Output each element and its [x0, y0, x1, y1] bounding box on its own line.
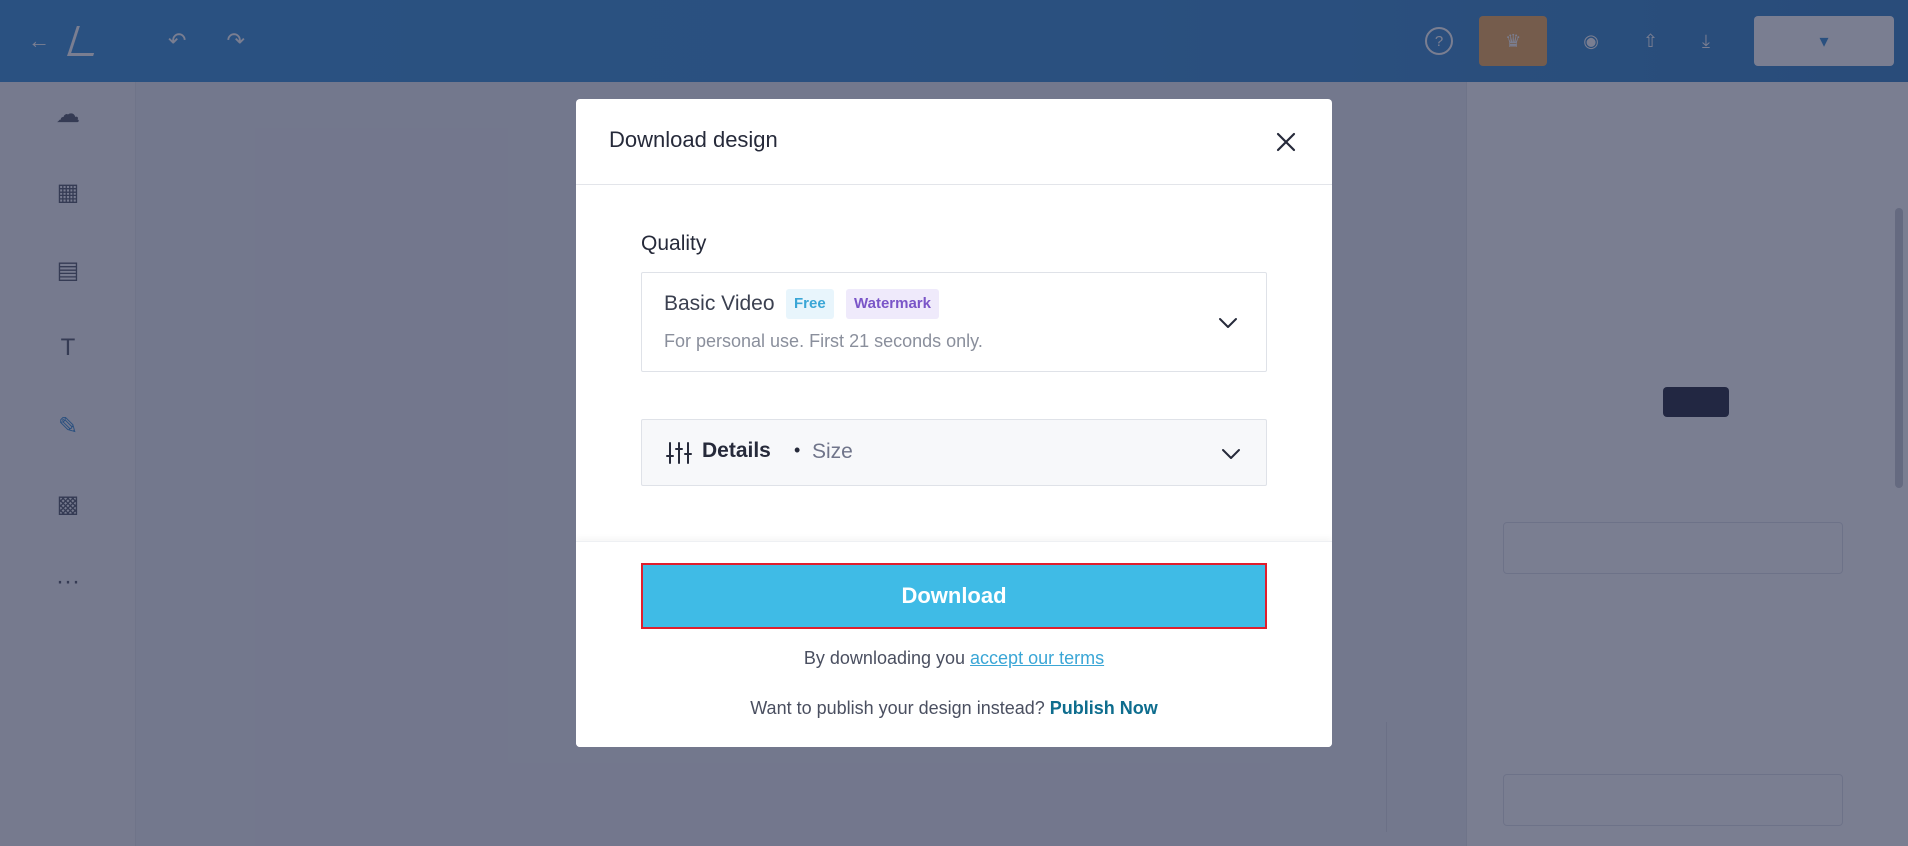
details-size-label: Size	[812, 440, 853, 463]
quality-option-name: Basic Video	[664, 292, 775, 315]
details-separator: •	[794, 440, 801, 460]
publish-line: Want to publish your design instead? Pub…	[576, 698, 1332, 719]
publish-now-link[interactable]: Publish Now	[1050, 698, 1158, 718]
modal-footer: Download By downloading you accept our t…	[576, 541, 1332, 747]
quality-label: Quality	[641, 232, 707, 255]
free-badge: Free	[786, 289, 834, 319]
modal-header: Download design	[576, 99, 1332, 185]
quality-description: For personal use. First 21 seconds only.	[664, 331, 983, 351]
chevron-down-icon	[1222, 449, 1240, 459]
details-label: Details	[702, 439, 771, 462]
close-icon[interactable]	[1270, 126, 1302, 158]
modal-title: Download design	[609, 127, 778, 152]
app-window: ← ↶ ↷ ? ♛ ◉ ⇧ ⤓ ▾ ☁ ▦ ▤ T ✎ ▩ ···	[0, 0, 1908, 846]
publish-prefix: Want to publish your design instead?	[750, 698, 1050, 718]
watermark-badge: Watermark	[846, 289, 939, 319]
sliders-icon	[666, 442, 692, 464]
download-design-modal: Download design Quality Basic Video Free…	[576, 99, 1332, 747]
terms-prefix: By downloading you	[803, 648, 971, 668]
accept-terms-link[interactable]: accept our terms	[970, 648, 1104, 668]
terms-line: By downloading you accept our terms	[576, 648, 1332, 669]
download-button[interactable]: Download	[641, 563, 1267, 629]
chevron-down-icon	[1219, 318, 1237, 328]
details-dropdown[interactable]: Details • Size	[641, 419, 1267, 486]
quality-dropdown[interactable]: Basic Video Free Watermark For personal …	[641, 272, 1267, 372]
